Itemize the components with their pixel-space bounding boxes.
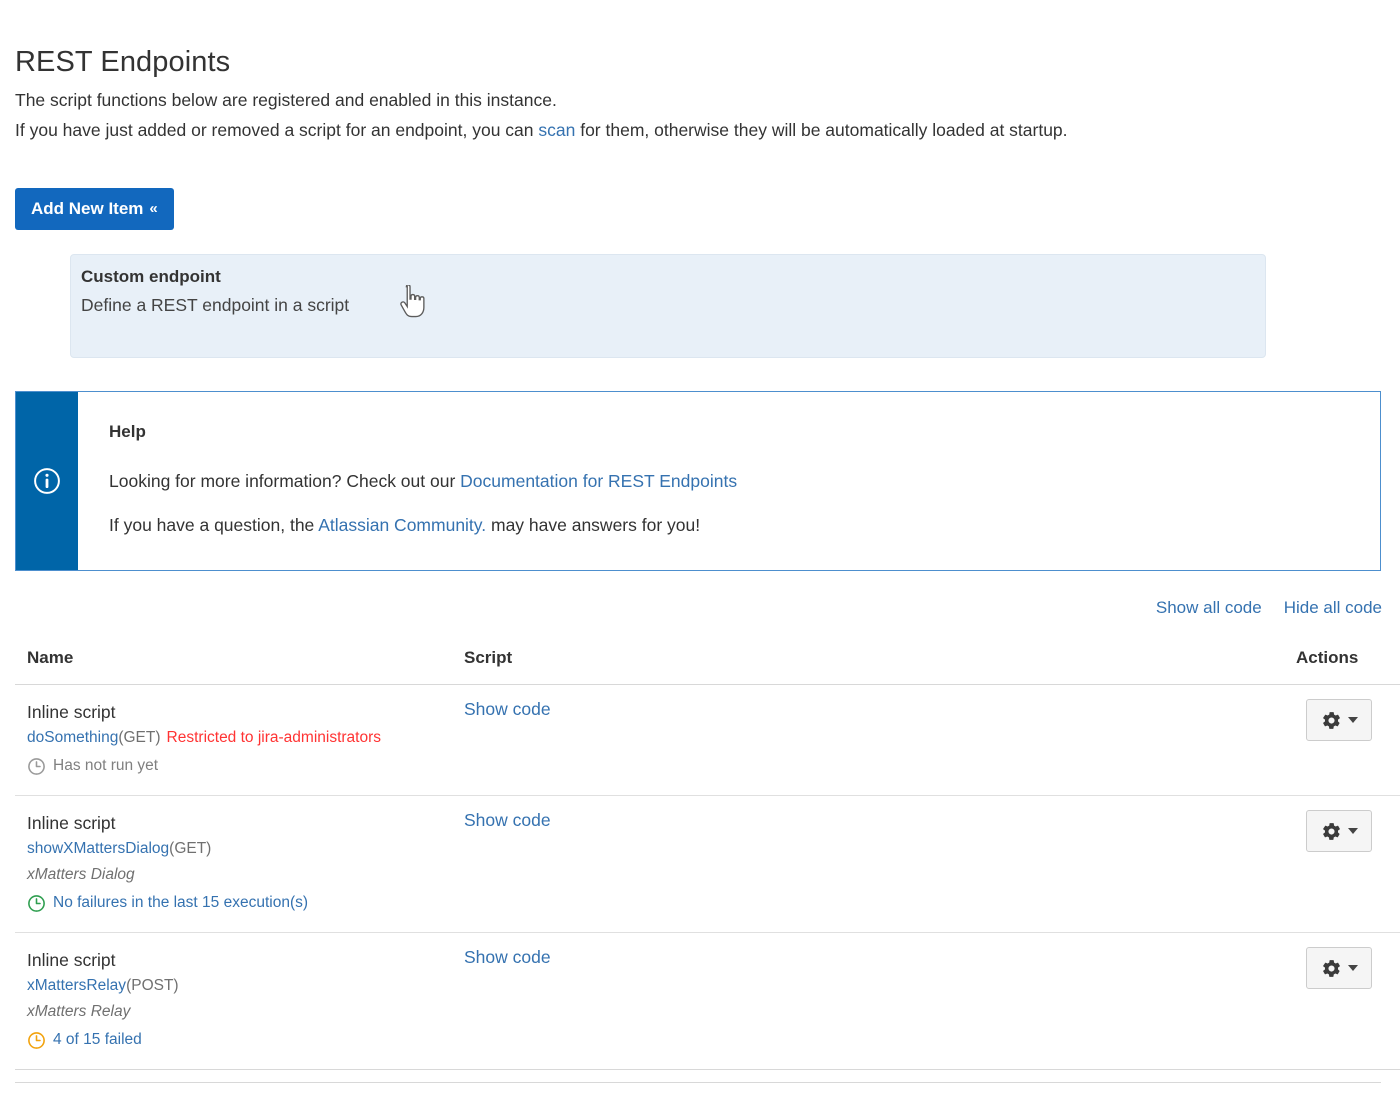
add-new-item-button[interactable]: Add New Item « <box>15 188 174 230</box>
endpoint-function: doSomething(GET) Restricted to jira-admin… <box>27 725 452 751</box>
actions-menu-button[interactable] <box>1306 810 1372 852</box>
endpoint-function-link[interactable]: doSomething <box>27 729 118 746</box>
gear-icon <box>1322 711 1340 729</box>
restricted-warning: Restricted to jira-administrators <box>166 729 382 746</box>
code-toggle-links: Show all code Hide all code <box>1134 598 1382 618</box>
endpoint-status: Has not run yet <box>27 753 452 779</box>
show-code-link[interactable]: Show code <box>464 947 551 967</box>
actions-menu-button[interactable] <box>1306 699 1372 741</box>
endpoint-status: 4 of 15 failed <box>27 1027 452 1053</box>
help-line-documentation: Looking for more information? Check out … <box>109 470 1380 492</box>
help-panel: Help Looking for more information? Check… <box>15 391 1381 571</box>
help-line-community: If you have a question, the Atlassian Co… <box>109 514 1380 536</box>
table-body: Inline script doSomething(GET) Restricted … <box>15 684 1400 1070</box>
table-row: Inline script doSomething(GET) Restricted … <box>15 684 1400 796</box>
atlassian-community-link[interactable]: Atlassian Community. <box>318 515 486 535</box>
endpoint-note: xMatters Relay <box>27 1003 131 1020</box>
endpoint-status-text[interactable]: No failures in the last 15 execution(s) <box>53 890 308 916</box>
gear-icon <box>1322 959 1340 977</box>
cell-actions <box>1284 684 1400 796</box>
intro-line-2-prefix: If you have just added or removed a scri… <box>15 120 539 140</box>
hide-all-code-link[interactable]: Hide all code <box>1284 598 1382 617</box>
table-row: Inline script showXMattersDialog(GET) xMat… <box>15 795 1400 933</box>
endpoint-status-text: Has not run yet <box>53 757 159 774</box>
endpoint-function-link[interactable]: showXMattersDialog <box>27 840 169 857</box>
endpoint-status: No failures in the last 15 execution(s) <box>27 890 452 916</box>
cell-name: Inline script doSomething(GET) Restricted … <box>15 684 452 796</box>
cell-name: Inline script showXMattersDialog(GET) xMat… <box>15 795 452 933</box>
help-body: Help Looking for more information? Check… <box>78 392 1380 570</box>
show-code-link[interactable]: Show code <box>464 699 551 719</box>
table-head: Name Script Actions <box>15 640 1400 685</box>
table-header-row: Name Script Actions <box>15 640 1400 685</box>
help-line-2-prefix: If you have a question, the <box>109 515 319 535</box>
intro-line-2: If you have just added or removed a scri… <box>15 115 1355 145</box>
script-type-label: Inline script <box>27 702 116 722</box>
endpoint-function: xMattersRelay(POST) <box>27 973 452 999</box>
bottom-divider <box>15 1082 1381 1083</box>
chevron-down-icon <box>1347 828 1358 834</box>
endpoint-function-link[interactable]: xMattersRelay <box>27 977 126 994</box>
intro-paragraph: The script functions below are registere… <box>15 85 1355 145</box>
endpoint-function: showXMattersDialog(GET) <box>27 836 452 862</box>
rest-endpoints-page: REST Endpoints The script functions belo… <box>0 0 1400 1110</box>
column-header-actions: Actions <box>1284 640 1400 685</box>
endpoints-table: Name Script Actions Inline script doSomet… <box>15 640 1400 1070</box>
table-row: Inline script xMattersRelay(POST) xMatters… <box>15 932 1400 1070</box>
clock-icon-green <box>28 894 45 912</box>
endpoint-http-method: (POST) <box>126 977 179 994</box>
chevron-up-icon: « <box>149 200 158 217</box>
clock-icon-orange <box>28 1031 45 1049</box>
cell-script: Show code <box>452 684 1284 796</box>
custom-endpoint-option[interactable]: Custom endpoint Define a REST endpoint i… <box>70 254 1266 358</box>
show-all-code-link[interactable]: Show all code <box>1156 598 1262 617</box>
add-new-item-label: Add New Item <box>31 199 144 218</box>
script-type-label: Inline script <box>27 813 116 833</box>
cell-script: Show code <box>452 795 1284 933</box>
help-icon-column <box>16 392 78 570</box>
cell-name: Inline script xMattersRelay(POST) xMatters… <box>15 932 452 1070</box>
chevron-down-icon <box>1347 717 1358 723</box>
clock-icon-grey <box>28 757 45 775</box>
page-title: REST Endpoints <box>15 46 231 79</box>
cell-actions <box>1284 795 1400 933</box>
scan-link[interactable]: scan <box>538 120 575 140</box>
endpoint-http-method: (GET) <box>118 729 161 746</box>
custom-endpoint-description: Define a REST endpoint in a script <box>81 295 350 315</box>
show-code-link[interactable]: Show code <box>464 810 551 830</box>
chevron-down-icon <box>1347 965 1358 971</box>
help-line-1-prefix: Looking for more information? Check out … <box>109 471 461 491</box>
cell-actions <box>1284 932 1400 1070</box>
endpoint-status-text[interactable]: 4 of 15 failed <box>53 1027 142 1053</box>
endpoint-note: xMatters Dialog <box>27 866 135 883</box>
custom-endpoint-title: Custom endpoint <box>81 267 221 286</box>
gear-icon <box>1322 822 1340 840</box>
info-icon <box>34 468 60 494</box>
documentation-link[interactable]: Documentation for REST Endpoints <box>460 471 737 491</box>
help-heading: Help <box>109 422 146 441</box>
actions-menu-button[interactable] <box>1306 947 1372 989</box>
help-line-2-suffix: may have answers for you! <box>486 515 701 535</box>
cell-script: Show code <box>452 932 1284 1070</box>
column-header-name: Name <box>15 640 452 685</box>
column-header-script: Script <box>452 640 1284 685</box>
intro-line-2-suffix: for them, otherwise they will be automat… <box>575 120 1068 140</box>
endpoint-http-method: (GET) <box>169 840 212 857</box>
intro-line-1: The script functions below are registere… <box>15 90 557 110</box>
script-type-label: Inline script <box>27 950 116 970</box>
hand-pointer-cursor <box>400 285 425 318</box>
